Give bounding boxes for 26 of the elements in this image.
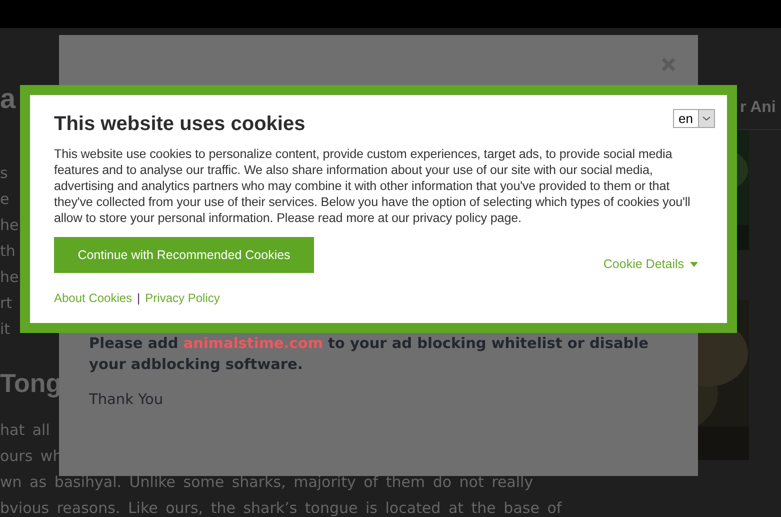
caret-icon: [690, 262, 698, 266]
banner-title: This website uses cookies: [54, 113, 306, 136]
text-fragment: he: [0, 215, 19, 236]
text-fragment: s: [0, 163, 8, 184]
chevron-icon: [698, 110, 714, 127]
footer-link[interactable]: About Cookies: [54, 291, 132, 305]
paragraph-line: hat all: [0, 420, 50, 441]
sidebar-heading: r Ani: [740, 98, 776, 118]
text-fragment: th: [0, 241, 16, 262]
adblock-message: Please add animalstime.com to your ad blocking whitelist or disable your adblocking software.: [89, 335, 650, 375]
text-fragment: he: [0, 267, 19, 288]
footer-link[interactable]: Privacy Policy: [145, 291, 220, 305]
text-fragment: rt: [0, 293, 12, 314]
accept-button[interactable]: Continue with Recommended Cookies: [54, 237, 314, 273]
text-fragment: e: [0, 189, 10, 210]
text-fragment: it: [0, 319, 10, 340]
language-select[interactable]: en: [672, 109, 715, 128]
thanks-text: Thank You: [89, 391, 164, 410]
heading-fragment: a: [0, 83, 16, 116]
cookie-description: This website use cookies to personalize content, provide custom experiences, target ads, to provide social media features and to analyse our traffic. We also share information about your use of our site with our social media, advertising and analytics partners who may combine it with other information that you've provided to them or that they've collected from your use of their services. Below you have the option of selecting which types of cookies you'll allow to store your personal information. Please read more at our privacy policy page.: [54, 146, 692, 226]
paragraph-line: wn as basihyal. Unlike some sharks, majority of them do not really: [0, 472, 534, 493]
cookie-details-link[interactable]: Cookie Details: [603, 257, 698, 271]
paragraph-line: bvious reasons. Like ours, the shark’s tongue is located at the base of: [0, 498, 562, 517]
separator: |: [137, 291, 140, 305]
site-link[interactable]: animalstime.com: [183, 336, 323, 352]
heading-fragment: Tong: [0, 367, 62, 400]
